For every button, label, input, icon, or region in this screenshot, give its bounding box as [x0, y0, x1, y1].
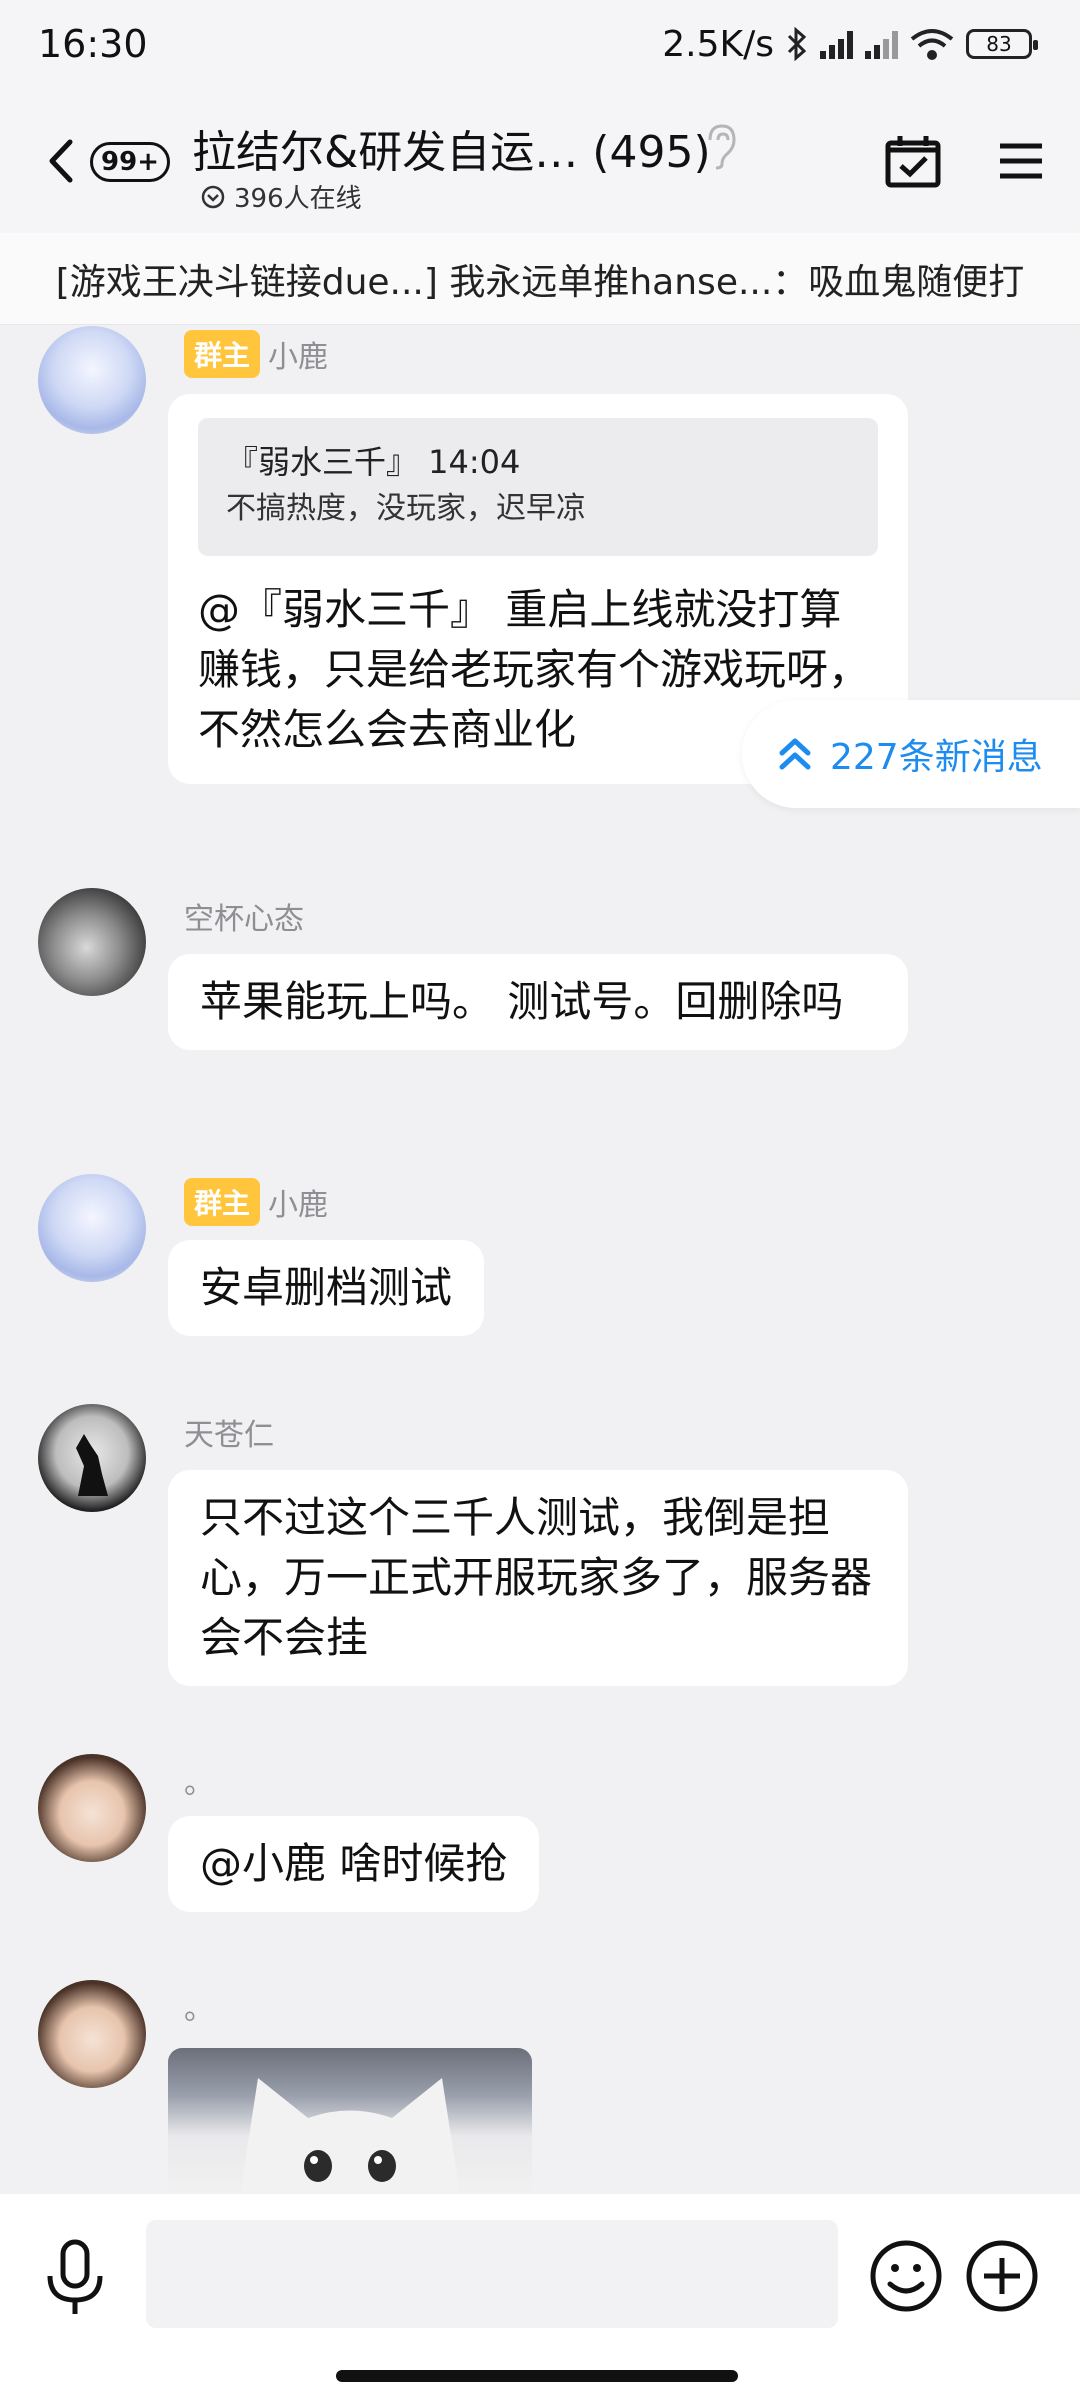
online-count-label: 396人在线	[234, 184, 362, 214]
online-count: 396人在线	[200, 178, 362, 215]
message-bubble[interactable]: @小鹿 啥时候抢	[168, 1816, 540, 1912]
message-meta: 群主 小鹿	[184, 1178, 328, 1226]
message-bubble[interactable]: 只不过这个三千人测试，我倒是担心，万一正式开服玩家多了，服务器会不会挂	[168, 1470, 908, 1686]
microphone-icon[interactable]	[42, 2238, 108, 2318]
sender-name: 小鹿	[268, 340, 329, 375]
chevron-left-icon[interactable]	[42, 136, 82, 186]
wifi-icon	[910, 29, 954, 60]
bluetooth-icon	[787, 27, 807, 61]
quote-text: 不搞热度，没玩家，迟早凉	[226, 491, 586, 526]
image-message[interactable]	[168, 2048, 532, 2194]
sender-name: 天苍仁	[184, 1418, 274, 1453]
wolf-icon	[76, 1434, 108, 1496]
quote-header: 『弱水三千』 14:04	[226, 443, 521, 481]
battery-icon: 83	[966, 29, 1038, 59]
sender-name: 空杯心态	[184, 902, 304, 937]
message-input[interactable]	[146, 2220, 838, 2328]
home-indicator[interactable]	[336, 2370, 738, 2382]
message-text: @小鹿 啥时候抢	[200, 1839, 508, 1888]
chat-header: 99+ 拉结尔&研发自运… (495) 396人在线	[0, 88, 1080, 233]
network-speed: 2.5K/s	[662, 23, 774, 65]
status-time: 16:30	[38, 22, 148, 66]
sender-name: 。	[184, 1766, 214, 1801]
calendar-check-icon[interactable]	[884, 134, 942, 188]
signal-icon	[820, 29, 853, 59]
avatar[interactable]	[38, 326, 146, 434]
message-meta: 。	[184, 1758, 214, 1802]
sender-name: 小鹿	[268, 1188, 329, 1223]
message-bubble[interactable]: 安卓删档测试	[168, 1240, 485, 1336]
avatar[interactable]	[38, 1754, 146, 1862]
double-chevron-up-icon	[779, 738, 811, 770]
status-indicators: 2.5K/s 83	[662, 23, 1038, 65]
message-meta: 群主 小鹿	[184, 330, 328, 378]
message-bubble[interactable]: 苹果能玩上吗。 测试号。回删除吗	[168, 954, 908, 1050]
message-meta: 天苍仁	[184, 1410, 274, 1454]
signal-icon-2	[865, 29, 898, 59]
new-messages-label: 227条新消息	[830, 737, 1043, 778]
check-circle-icon	[201, 185, 225, 208]
message-meta: 空杯心态	[184, 894, 304, 938]
message-list[interactable]: 群主 小鹿 『弱水三千』 14:04 不搞热度，没玩家，迟早凉 @『弱水三千』 …	[0, 326, 1080, 2194]
new-messages-button[interactable]: 227条新消息	[742, 700, 1080, 808]
owner-tag: 群主	[184, 330, 261, 378]
status-bar: 16:30 2.5K/s 83	[0, 0, 1080, 88]
message-text: 只不过这个三千人测试，我倒是担心，万一正式开服玩家多了，服务器会不会挂	[200, 1493, 873, 1662]
message-text: 安卓删档测试	[200, 1263, 453, 1312]
sender-name: 。	[184, 1992, 214, 2027]
group-title[interactable]: 拉结尔&研发自运… (495)	[192, 116, 711, 180]
plus-circle-icon[interactable]	[964, 2238, 1040, 2314]
quoted-message[interactable]: 『弱水三千』 14:04 不搞热度，没玩家，迟早凉	[198, 418, 878, 556]
avatar[interactable]	[38, 1174, 146, 1282]
pinned-notice[interactable]: [游戏王决斗链接due...] 我永远单推hanse...：吸血鬼随便打	[0, 233, 1080, 325]
menu-icon[interactable]	[998, 142, 1044, 180]
message-meta: 。	[184, 1984, 214, 2028]
owner-tag: 群主	[184, 1178, 261, 1226]
avatar[interactable]	[38, 1404, 146, 1512]
unread-badge[interactable]: 99+	[90, 142, 170, 182]
emoji-icon[interactable]	[868, 2238, 944, 2314]
crying-cat-icon	[240, 2078, 460, 2194]
avatar[interactable]	[38, 1980, 146, 2088]
message-text: 苹果能玩上吗。 测试号。回删除吗	[200, 977, 844, 1026]
avatar[interactable]	[38, 888, 146, 996]
ear-icon	[708, 124, 736, 170]
